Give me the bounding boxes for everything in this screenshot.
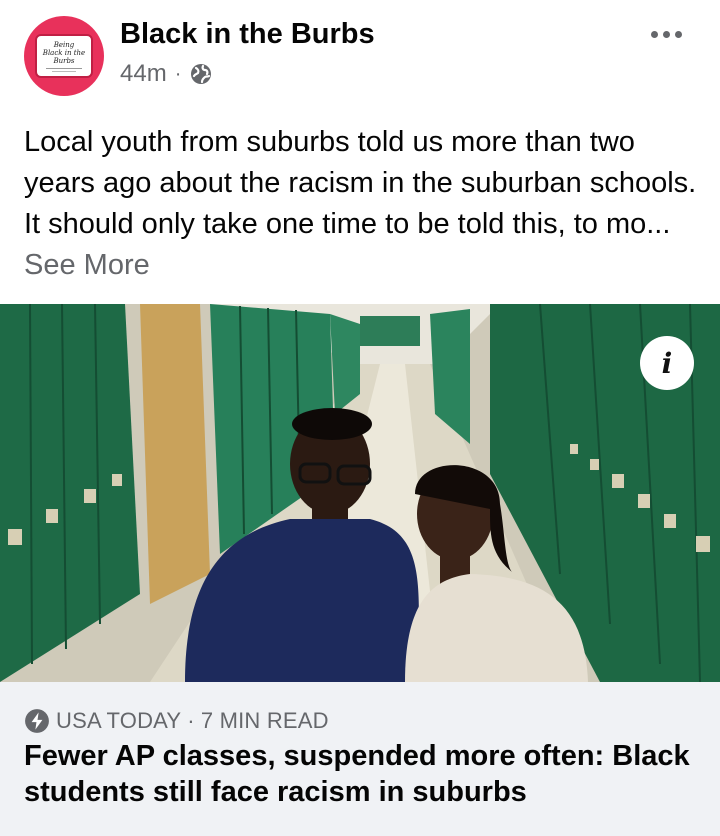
logo-text-1: Being [53, 40, 75, 49]
info-icon[interactable]: i [640, 336, 694, 390]
post-header: Being Black in the Burbs Black in the Bu… [0, 0, 720, 108]
post-meta: 44m · [120, 60, 213, 88]
page-avatar[interactable]: Being Black in the Burbs [24, 16, 104, 96]
see-more-link[interactable]: See More [24, 249, 150, 281]
page-logo: Being Black in the Burbs [35, 34, 93, 78]
article-source-line: USA TODAY · 7 MIN READ [24, 708, 329, 734]
article-headline[interactable]: Fewer AP classes, suspended more often: … [24, 738, 704, 810]
globe-icon[interactable] [189, 62, 213, 86]
more-options-icon[interactable] [640, 16, 692, 52]
logo-text-2: Black in the [42, 48, 86, 57]
post-body: Local youth from suburbs told us more th… [24, 126, 697, 240]
source-separator: · [187, 708, 195, 733]
article-source: USA TODAY [56, 708, 182, 733]
page-name-link[interactable]: Black in the Burbs [120, 18, 375, 51]
read-time: 7 MIN READ [200, 708, 329, 733]
meta-separator: · [174, 62, 182, 85]
link-preview-image[interactable] [0, 304, 720, 682]
post-text: Local youth from suburbs told us more th… [24, 122, 700, 286]
hallway-photo [0, 304, 720, 682]
logo-text-3: Burbs [53, 56, 75, 65]
link-preview-footer[interactable]: USA TODAY · 7 MIN READ Fewer AP classes,… [0, 682, 720, 836]
post-timestamp[interactable]: 44m [120, 60, 167, 88]
lightning-bolt-icon [25, 709, 49, 733]
